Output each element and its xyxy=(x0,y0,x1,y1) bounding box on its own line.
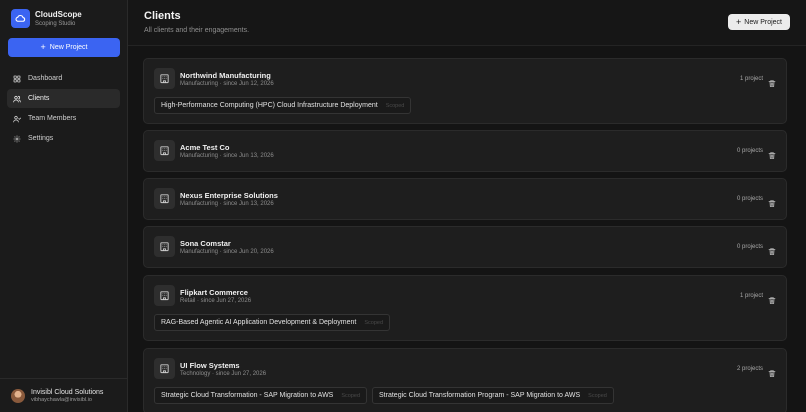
project-title: High-Performance Computing (HPC) Cloud I… xyxy=(161,102,378,109)
trash-icon[interactable] xyxy=(768,243,776,255)
trash-icon[interactable] xyxy=(768,365,776,377)
client-card[interactable]: Nexus Enterprise Solutions Manufacturing… xyxy=(143,178,787,220)
sidebar-item-label: Settings xyxy=(28,135,54,142)
client-name: Sona Comstar xyxy=(180,239,231,248)
project-status: Scoped xyxy=(341,392,361,399)
dashboard-icon xyxy=(13,75,21,83)
page-title: Clients xyxy=(144,10,181,22)
client-name: Nexus Enterprise Solutions xyxy=(180,191,278,200)
trash-icon[interactable] xyxy=(768,147,776,159)
client-card[interactable]: Flipkart Commerce Retail · since Jun 27,… xyxy=(143,275,787,341)
client-name: Acme Test Co xyxy=(180,143,230,152)
project-count: 1 project xyxy=(739,76,763,82)
header-new-project-button[interactable]: + New Project xyxy=(728,14,790,30)
project-status: Scoped xyxy=(385,102,405,109)
trash-icon[interactable] xyxy=(768,292,776,304)
building-icon xyxy=(154,236,175,257)
project-count: 0 projects xyxy=(736,196,763,202)
sidebar-item-clients[interactable]: Clients xyxy=(7,89,120,108)
client-name: UI Flow Systems xyxy=(180,361,240,370)
user-name: Invisibl Cloud Solutions xyxy=(31,388,104,396)
building-icon xyxy=(154,140,175,161)
project-title: RAG-Based Agentic AI Application Develop… xyxy=(161,319,357,326)
client-meta: Retail · since Jun 27, 2026 xyxy=(180,298,252,304)
team-icon xyxy=(13,115,21,123)
client-card[interactable]: UI Flow Systems Technology · since Jun 2… xyxy=(143,348,787,412)
new-project-label: New Project xyxy=(744,18,782,26)
project-title: Strategic Cloud Transformation - SAP Mig… xyxy=(161,392,334,399)
building-icon xyxy=(154,188,175,209)
cloud-logo-icon xyxy=(11,9,30,28)
plus-icon: + xyxy=(736,16,742,27)
project-title: Strategic Cloud Transformation Program -… xyxy=(379,392,581,399)
gear-icon xyxy=(13,135,21,143)
client-meta: Manufacturing · since Jun 20, 2026 xyxy=(180,249,274,255)
main-content: Clients All clients and their engagement… xyxy=(128,0,806,412)
brand-name: CloudScope xyxy=(35,9,82,19)
project-pill[interactable]: RAG-Based Agentic AI Application Develop… xyxy=(154,314,390,331)
client-name: Flipkart Commerce xyxy=(180,288,248,297)
user-profile[interactable]: Invisibl Cloud Solutions vibhaychawla@in… xyxy=(0,378,127,412)
sidebar-item-label: Dashboard xyxy=(28,75,63,82)
client-card[interactable]: Sona Comstar Manufacturing · since Jun 2… xyxy=(143,226,787,268)
project-count: 0 projects xyxy=(736,148,763,154)
clients-icon xyxy=(13,95,21,103)
trash-icon[interactable] xyxy=(768,75,776,87)
client-meta: Manufacturing · since Jun 13, 2026 xyxy=(180,201,274,207)
project-pill[interactable]: Strategic Cloud Transformation - SAP Mig… xyxy=(154,387,368,404)
building-icon xyxy=(154,285,175,306)
client-meta: Manufacturing · since Jun 13, 2026 xyxy=(180,153,274,159)
sidebar-nav: Dashboard Clients Team Members Settings xyxy=(7,69,120,149)
client-card[interactable]: Northwind Manufacturing Manufacturing · … xyxy=(143,58,787,124)
project-status: Scoped xyxy=(588,392,607,399)
brand-subtitle: Scoping Studio xyxy=(35,20,76,27)
sidebar-item-team-members[interactable]: Team Members xyxy=(7,109,120,128)
client-name: Northwind Manufacturing xyxy=(180,71,271,80)
user-email: vibhaychawla@invisibl.io xyxy=(31,396,92,403)
new-project-label: New Project xyxy=(49,44,88,51)
project-count: 0 projects xyxy=(736,244,763,250)
building-icon xyxy=(154,358,175,379)
trash-icon[interactable] xyxy=(768,195,776,207)
sidebar-item-label: Team Members xyxy=(28,115,77,122)
client-meta: Technology · since Jun 27, 2026 xyxy=(180,371,267,377)
project-count: 2 projects xyxy=(736,366,763,372)
client-card[interactable]: Acme Test Co Manufacturing · since Jun 1… xyxy=(143,130,787,172)
project-count: 1 project xyxy=(739,293,763,299)
building-icon xyxy=(154,68,175,89)
sidebar-item-dashboard[interactable]: Dashboard xyxy=(7,69,120,88)
sidebar-item-label: Clients xyxy=(28,95,50,102)
page-header: Clients All clients and their engagement… xyxy=(128,0,806,46)
project-pill[interactable]: Strategic Cloud Transformation Program -… xyxy=(372,387,614,404)
avatar xyxy=(11,388,25,403)
sidebar-item-settings[interactable]: Settings xyxy=(7,129,120,148)
project-status: Scoped xyxy=(364,319,383,326)
new-project-button[interactable]: + New Project xyxy=(8,38,120,57)
sidebar: CloudScope Scoping Studio + New Project … xyxy=(0,0,128,412)
brand[interactable]: CloudScope Scoping Studio xyxy=(11,9,82,28)
client-meta: Manufacturing · since Jun 12, 2026 xyxy=(180,81,274,87)
project-pill[interactable]: High-Performance Computing (HPC) Cloud I… xyxy=(154,97,412,114)
plus-icon: + xyxy=(40,42,46,52)
page-subtitle: All clients and their engagements. xyxy=(144,27,250,34)
